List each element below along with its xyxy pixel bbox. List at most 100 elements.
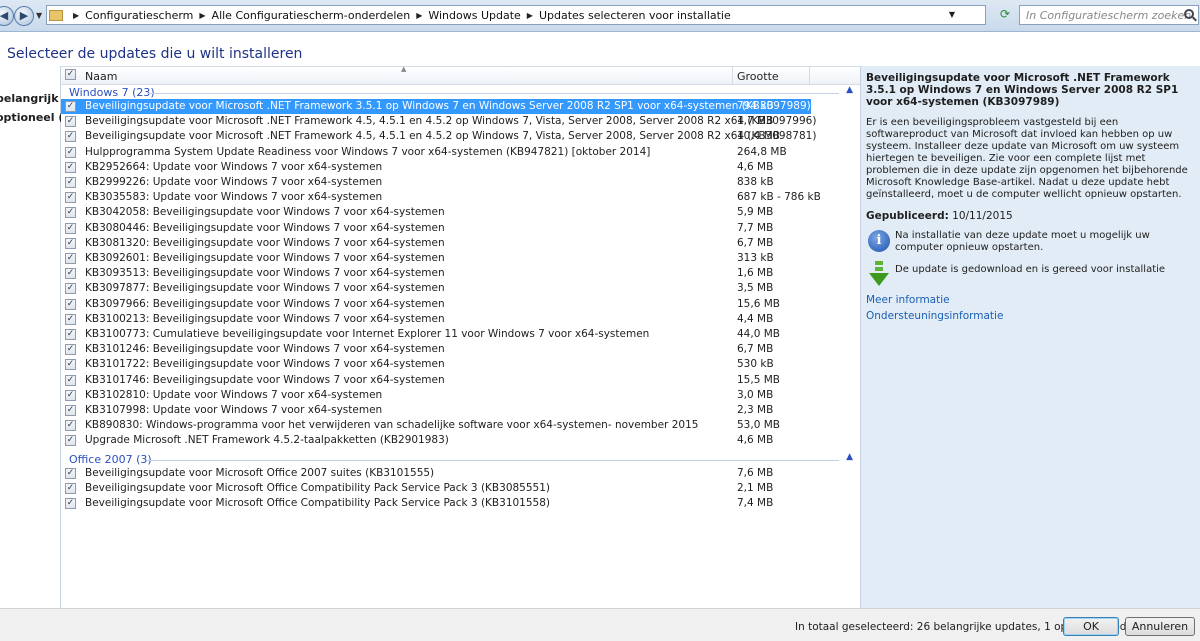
update-row[interactable]: ✓ KB2999226: Update voor Windows 7 voor x… bbox=[61, 175, 811, 190]
crumb-all-items[interactable]: Alle Configuratiescherm-onderdelen bbox=[212, 9, 411, 22]
group-header[interactable]: Office 2007 (3) ▲ bbox=[69, 452, 855, 467]
update-checkbox[interactable]: ✓ bbox=[65, 222, 76, 234]
update-checkbox[interactable]: ✓ bbox=[65, 389, 76, 401]
update-checkbox[interactable]: ✓ bbox=[65, 161, 76, 173]
search-input[interactable]: In Configuratiescherm zoeken bbox=[1019, 5, 1199, 25]
update-checkbox[interactable]: ✓ bbox=[65, 101, 76, 112]
column-name[interactable]: Naam bbox=[85, 70, 117, 83]
update-name: KB3107998: Update voor Windows 7 voor x6… bbox=[85, 404, 383, 416]
update-row[interactable]: ✓ KB3092601: Beveiligingsupdate voor Wind… bbox=[61, 251, 811, 266]
update-checkbox[interactable]: ✓ bbox=[65, 344, 76, 356]
address-bar: ◀ ▶ ▼ ▶ Configuratiescherm ▶ Alle Config… bbox=[0, 0, 1200, 32]
update-checkbox[interactable]: ✓ bbox=[65, 420, 76, 432]
update-row[interactable]: ✓ KB3097966: Beveiligingsupdate voor Wind… bbox=[61, 297, 811, 312]
update-row[interactable]: ✓ KB890830: Windows-programma voor het ve… bbox=[61, 418, 811, 433]
ok-button[interactable]: OK bbox=[1063, 617, 1119, 636]
chevron-right-icon[interactable]: ▶ bbox=[527, 11, 533, 20]
update-checkbox[interactable]: ✓ bbox=[65, 482, 76, 494]
chevron-right-icon[interactable]: ▶ bbox=[199, 11, 205, 20]
update-name: KB3097966: Beveiligingsupdate voor Windo… bbox=[85, 297, 445, 310]
update-row[interactable]: ✓ KB3081320: Beveiligingsupdate voor Wind… bbox=[61, 236, 811, 251]
crumb-windows-update[interactable]: Windows Update bbox=[428, 9, 520, 22]
update-name: Upgrade Microsoft .NET Framework 4.5.2-t… bbox=[85, 434, 449, 447]
update-checkbox[interactable]: ✓ bbox=[65, 192, 76, 204]
update-checkbox[interactable]: ✓ bbox=[65, 207, 76, 219]
update-row[interactable]: ✓ Beveiligingsupdate voor Microsoft Offic… bbox=[61, 466, 811, 481]
update-row[interactable]: ✓ Beveiligingsupdate voor Microsoft .NET … bbox=[61, 114, 816, 129]
update-checkbox[interactable]: ✓ bbox=[65, 359, 76, 371]
update-row[interactable]: ✓ Beveiligingsupdate voor Microsoft .NET … bbox=[61, 99, 811, 114]
update-row[interactable]: ✓ KB3107998: Update voor Windows 7 voor x… bbox=[61, 403, 811, 418]
update-row[interactable]: ✓ KB3042058: Beveiligingsupdate voor Wind… bbox=[61, 205, 811, 220]
breadcrumb[interactable]: ▶ Configuratiescherm ▶ Alle Configuratie… bbox=[46, 5, 986, 25]
chevron-right-icon[interactable]: ▶ bbox=[416, 11, 422, 20]
update-row[interactable]: ✓ KB3097877: Beveiligingsupdate voor Wind… bbox=[61, 281, 811, 296]
select-all-checkbox[interactable]: ✓ bbox=[65, 69, 76, 80]
column-size[interactable]: Grootte bbox=[737, 70, 779, 83]
update-checkbox[interactable]: ✓ bbox=[65, 374, 76, 386]
update-row[interactable]: ✓ KB3080446: Beveiligingsupdate voor Wind… bbox=[61, 221, 811, 236]
update-row[interactable]: ✓ Hulpprogramma System Update Readiness v… bbox=[61, 145, 811, 160]
address-dropdown-icon[interactable]: ▼ bbox=[949, 10, 955, 19]
update-row[interactable]: ✓ Upgrade Microsoft .NET Framework 4.5.2-… bbox=[61, 433, 811, 448]
update-checkbox[interactable]: ✓ bbox=[65, 329, 76, 340]
update-name: Beveiligingsupdate voor Microsoft Office… bbox=[85, 497, 550, 509]
update-checkbox[interactable]: ✓ bbox=[65, 405, 76, 416]
update-row[interactable]: ✓ KB2952664: Update voor Windows 7 voor x… bbox=[61, 160, 811, 175]
support-info-link[interactable]: Ondersteuningsinformatie bbox=[866, 310, 1194, 322]
crumb-control-panel[interactable]: Configuratiescherm bbox=[85, 9, 193, 22]
update-checkbox[interactable]: ✓ bbox=[65, 467, 76, 479]
update-size: 794 kB bbox=[737, 100, 774, 112]
update-row[interactable]: ✓ KB3101722: Beveiligingsupdate voor Wind… bbox=[61, 357, 811, 372]
update-row[interactable]: ✓ KB3101746: Beveiligingsupdate voor Wind… bbox=[61, 373, 811, 388]
update-row[interactable]: ✓ Beveiligingsupdate voor Microsoft Offic… bbox=[61, 481, 811, 496]
more-info-link[interactable]: Meer informatie bbox=[866, 294, 1194, 306]
update-row[interactable]: ✓ KB3101246: Beveiligingsupdate voor Wind… bbox=[61, 342, 811, 357]
update-size: 4,6 MB bbox=[737, 160, 774, 173]
update-checkbox[interactable]: ✓ bbox=[65, 435, 76, 447]
update-checkbox[interactable]: ✓ bbox=[65, 116, 76, 128]
collapse-group-icon[interactable]: ▲ bbox=[846, 85, 853, 95]
update-row[interactable]: ✓ KB3102810: Update voor Windows 7 voor x… bbox=[61, 388, 811, 403]
update-row[interactable]: ✓ KB3100213: Beveiligingsupdate voor Wind… bbox=[61, 312, 811, 327]
update-size: 7,4 MB bbox=[737, 497, 774, 509]
update-checkbox[interactable]: ✓ bbox=[65, 253, 76, 264]
update-name: Beveiligingsupdate voor Microsoft .NET F… bbox=[85, 130, 817, 143]
forward-button[interactable]: ▶ bbox=[14, 6, 34, 26]
update-size: 2,3 MB bbox=[737, 404, 774, 416]
update-row[interactable]: ✓ KB3035583: Update voor Windows 7 voor x… bbox=[61, 190, 821, 205]
cancel-button[interactable]: Annuleren bbox=[1125, 617, 1195, 636]
update-name: Beveiligingsupdate voor Microsoft Office… bbox=[85, 466, 435, 479]
update-checkbox[interactable]: ✓ bbox=[65, 283, 76, 295]
update-row[interactable]: ✓ Beveiligingsupdate voor Microsoft .NET … bbox=[61, 129, 816, 144]
update-name: KB3100213: Beveiligingsupdate voor Windo… bbox=[85, 312, 445, 325]
chevron-right-icon[interactable]: ▶ bbox=[73, 11, 79, 20]
back-button[interactable]: ◀ bbox=[0, 6, 14, 26]
update-row[interactable]: ✓ KB3093513: Beveiligingsupdate voor Wind… bbox=[61, 266, 811, 281]
update-checkbox[interactable]: ✓ bbox=[65, 298, 76, 310]
group-header[interactable]: Windows 7 (23) ▲ bbox=[69, 85, 855, 100]
recent-pages-dropdown-icon[interactable]: ▼ bbox=[36, 11, 42, 20]
update-size: 313 kB bbox=[737, 252, 774, 264]
update-size: 687 kB - 786 kB bbox=[737, 191, 821, 204]
update-row[interactable]: ✓ Beveiligingsupdate voor Microsoft Offic… bbox=[61, 496, 811, 511]
update-checkbox[interactable]: ✓ bbox=[65, 146, 76, 158]
collapse-group-icon[interactable]: ▲ bbox=[846, 452, 853, 462]
arrow-left-icon: ◀ bbox=[0, 9, 9, 22]
update-checkbox[interactable]: ✓ bbox=[65, 268, 76, 280]
update-checkbox[interactable]: ✓ bbox=[65, 498, 76, 509]
update-checkbox[interactable]: ✓ bbox=[65, 237, 76, 249]
download-arrow-icon bbox=[869, 261, 889, 286]
update-size: 4,4 MB bbox=[737, 312, 774, 325]
update-checkbox[interactable]: ✓ bbox=[65, 313, 76, 325]
update-checkbox[interactable]: ✓ bbox=[65, 131, 76, 143]
crumb-select-updates[interactable]: Updates selecteren voor installatie bbox=[539, 9, 731, 22]
update-name: KB3092601: Beveiligingsupdate voor Windo… bbox=[85, 252, 445, 264]
column-divider[interactable] bbox=[809, 67, 810, 85]
column-divider[interactable] bbox=[732, 67, 733, 85]
group-divider bbox=[147, 459, 839, 461]
refresh-button[interactable]: ⟳ bbox=[996, 7, 1014, 24]
update-size: 7,7 MB bbox=[737, 221, 774, 234]
update-row[interactable]: ✓ KB3100773: Cumulatieve beveiligingsupda… bbox=[61, 327, 811, 342]
update-checkbox[interactable]: ✓ bbox=[65, 177, 76, 188]
